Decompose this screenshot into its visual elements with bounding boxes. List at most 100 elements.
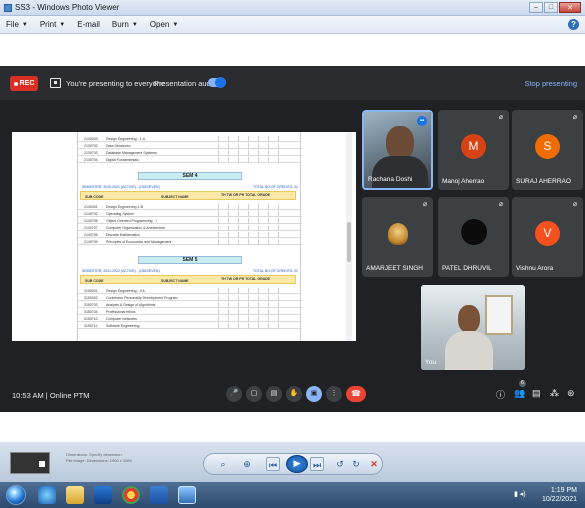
end-call-button[interactable]: ☎	[346, 386, 366, 402]
table-row: 2140707 Computer Organization & Architec…	[78, 225, 302, 231]
chevron-down-icon: ▼	[21, 21, 28, 28]
presentation-audio-toggle[interactable]	[208, 77, 226, 88]
row-code: 2140709	[84, 240, 98, 244]
menu-open-label: Open	[149, 20, 170, 29]
stop-presenting-button[interactable]: Stop presenting	[524, 79, 577, 88]
table-row: 3150002 Contributor Personality Developm…	[78, 295, 302, 301]
row-code: 3150710	[84, 317, 98, 321]
participant-face	[386, 126, 414, 160]
row-marks	[218, 225, 288, 231]
participant-tile-dhruvil[interactable]: ⌀ PATEL DHRUVIL	[438, 197, 509, 277]
row-code: 2140001	[84, 205, 98, 209]
slideshow-button[interactable]: ▶	[286, 455, 308, 473]
chevron-down-icon: ▼	[131, 21, 138, 28]
menu-file[interactable]: File ▼	[6, 20, 28, 29]
sem5-headline: SEMESTER: 2021-2022 (ACTIVE) - (ODD/EVEN…	[80, 268, 302, 274]
rotate-cw-icon[interactable]: ↻	[350, 457, 362, 471]
minimize-button[interactable]: –	[529, 2, 543, 13]
meeting-name: Online PTM	[49, 391, 90, 400]
sem4-headline: SEMESTER: 2020-2021 (ACTIVE) - (ODD/EVEN…	[80, 184, 302, 190]
chat-icon[interactable]: ▤	[532, 388, 541, 399]
mic-off-icon: ⌀	[572, 114, 578, 121]
taskbar-clock[interactable]: 1:19 PM 10/22/2021	[542, 486, 577, 504]
camera-button[interactable]: ▢	[246, 386, 262, 402]
table-row: 3150710 Computer Networks	[78, 316, 302, 322]
col-code: SUB CODE	[85, 195, 104, 199]
row-name: Digital Fundamentals	[106, 158, 139, 162]
participant-body	[372, 156, 428, 188]
self-video-tile[interactable]: You	[421, 285, 525, 370]
row-code: 3150001	[84, 289, 98, 293]
people-icon[interactable]: 👥	[514, 388, 525, 399]
menu-open[interactable]: Open ▼	[150, 20, 179, 29]
participant-name: Vishnu Arora	[516, 265, 554, 272]
media-player-icon[interactable]	[94, 486, 112, 504]
row-code: 2140702	[84, 212, 98, 216]
mic-off-icon: ⌀	[422, 201, 428, 208]
row-marks	[218, 211, 288, 217]
participant-tile-suraj[interactable]: ⌀ S SURAJ AHERRAO	[512, 110, 583, 190]
document-scrollbar-thumb[interactable]	[347, 222, 351, 262]
participant-tile-manoj[interactable]: ⌀ M Manoj Aherrao	[438, 110, 509, 190]
chrome-icon[interactable]	[122, 486, 140, 504]
menu-print[interactable]: Print ▼	[40, 20, 65, 29]
sem4-column-header: SUB CODE SUBJECT NAME TH TW OR PR TOTAL …	[80, 191, 296, 200]
participant-name: Rachana Doshi	[368, 176, 413, 183]
present-now-button[interactable]: ▣	[306, 386, 322, 402]
row-name: Discrete Mathematics	[106, 233, 140, 237]
row-code: 2140706	[84, 233, 98, 237]
zoom-icon[interactable]: ⌕	[216, 457, 230, 471]
info-icon[interactable]: ⓘ	[496, 388, 505, 401]
maximize-button[interactable]: □	[544, 2, 558, 13]
row-name: Analysis & Design of Algorithms	[106, 303, 156, 307]
row-marks	[218, 316, 288, 322]
avatar: V	[535, 221, 560, 246]
internet-explorer-icon[interactable]	[38, 486, 56, 504]
row-code: 3150703	[84, 303, 98, 307]
row-code: 2140705	[84, 219, 98, 223]
self-face	[458, 305, 480, 333]
close-button[interactable]: ✕	[559, 2, 581, 13]
menu-email[interactable]: E-mail	[77, 20, 100, 29]
participant-tile-rachana[interactable]: ▪▪ Rachana Doshi	[362, 110, 433, 190]
self-body	[445, 331, 493, 370]
more-options-button[interactable]: ⋮	[326, 386, 342, 402]
row-marks	[218, 239, 288, 245]
word-icon[interactable]	[150, 486, 168, 504]
participant-tile-vishnu[interactable]: ⌀ V Vishnu Arora	[512, 197, 583, 277]
thumbnail-info: Dimensions: Specify dimension File image…	[66, 452, 132, 464]
table-row: 3150704 Professional ethics	[78, 309, 302, 315]
row-marks	[218, 323, 288, 329]
row-name: Object Oriented Programming - I	[106, 219, 157, 223]
start-button[interactable]	[6, 485, 26, 505]
background-window	[485, 295, 513, 335]
self-label: You	[425, 359, 436, 366]
sem5-band: SEM 5	[138, 256, 242, 264]
record-dot-icon	[13, 81, 18, 86]
actual-size-icon[interactable]: ⊕	[240, 457, 254, 471]
activities-icon[interactable]: ⁂	[550, 388, 559, 399]
delete-icon[interactable]: ✕	[368, 457, 380, 471]
next-button[interactable]: ⏭	[310, 457, 324, 471]
avatar	[461, 219, 487, 245]
speaking-indicator-icon: ▪▪	[417, 116, 427, 126]
previous-button[interactable]: ⏮	[266, 457, 280, 471]
table-row: 2140709 Principles of Economics and Mana…	[78, 239, 302, 245]
menu-burn[interactable]: Burn ▼	[112, 20, 138, 29]
sem5-left-text: SEMESTER: 2021-2022 (ACTIVE) - (ODD/EVEN…	[82, 269, 160, 273]
raise-hand-button[interactable]: ✋	[286, 386, 302, 402]
meeting-details: 10:53 AM | Online PTM	[12, 391, 89, 400]
table-row: 2130702 Data Structures	[78, 143, 302, 149]
photo-viewer-taskbar-icon[interactable]	[178, 486, 196, 504]
menu-file-label: File	[6, 20, 19, 29]
rotate-ccw-icon[interactable]: ↺	[334, 457, 346, 471]
file-explorer-icon[interactable]	[66, 486, 84, 504]
thumbnail-preview	[10, 452, 50, 474]
mic-button[interactable]: 🎤	[226, 386, 242, 402]
system-tray[interactable]: ▮ ◂)	[514, 490, 526, 498]
host-controls-icon[interactable]: ⊛	[567, 388, 575, 399]
help-icon[interactable]: ?	[568, 19, 579, 30]
row-marks	[218, 295, 288, 301]
captions-button[interactable]: ▤	[266, 386, 282, 402]
participant-tile-amarjeet[interactable]: ⌀ AMARJEET SINGH	[362, 197, 433, 277]
